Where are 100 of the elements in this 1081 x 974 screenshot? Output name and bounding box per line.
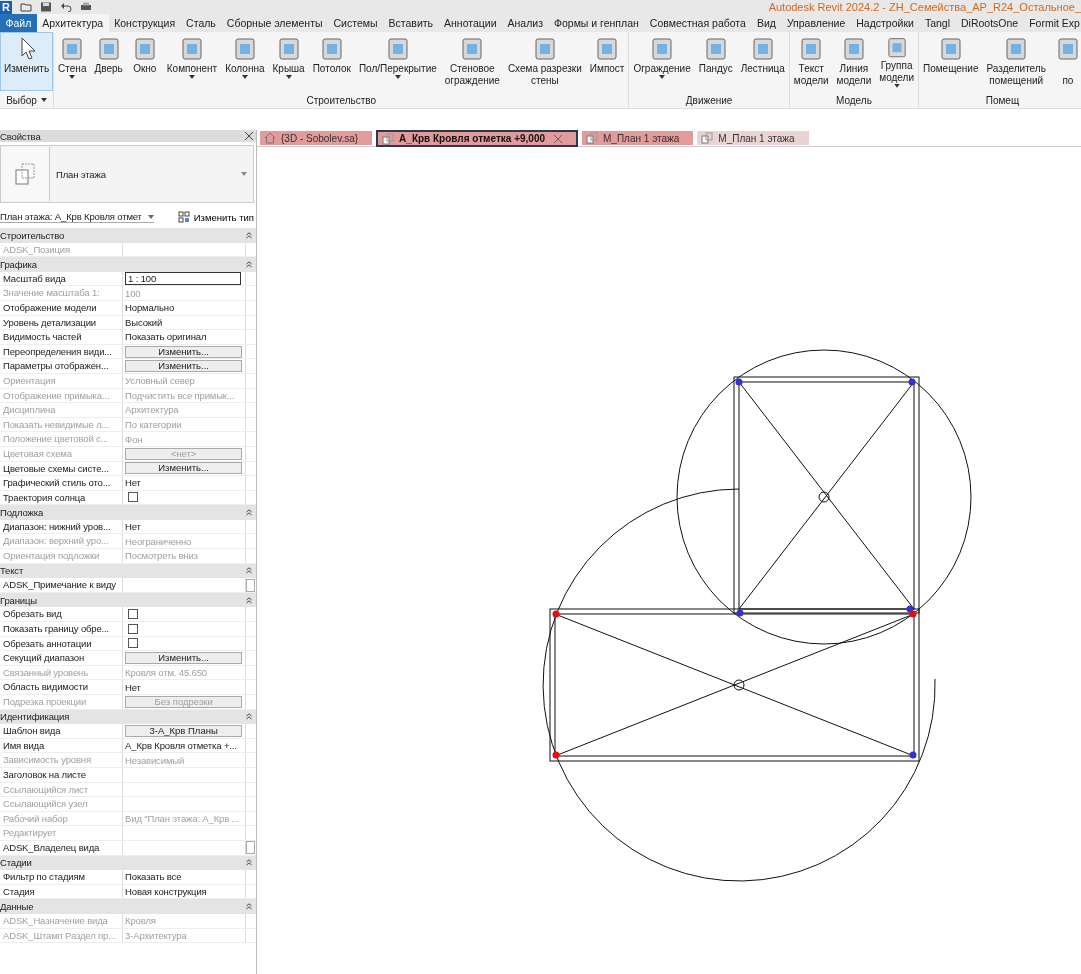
collapse-icon[interactable] [246, 713, 252, 721]
instance-dropdown[interactable]: План этажа: А_Крв Кровля отмет [0, 211, 154, 223]
property-label: Видимость частей [0, 330, 124, 344]
ribbon-tool-button[interactable]: Помещение [918, 32, 983, 91]
property-label: Диапазон: верхний уро... [0, 534, 124, 549]
ribbon-tab[interactable]: Вставить [383, 14, 439, 32]
caret-icon [241, 75, 248, 79]
ribbon-tool-button[interactable]: Ограждение [629, 32, 695, 91]
ribbon-tool-button[interactable]: Потолок [308, 32, 355, 91]
ribbon-tool-button[interactable]: по [1049, 32, 1081, 91]
property-value: Кровля [125, 915, 156, 927]
property-value: Посмотреть вниз [125, 550, 198, 562]
window-title: Autodesk Revit 2024.2 - ZH_Семейства_АР_R24_Остальное_ [768, 1, 1081, 13]
value-button[interactable]: Изменить... [125, 360, 243, 373]
ribbon-tab[interactable]: Управление [781, 14, 851, 32]
property-label: Шаблон вида [0, 724, 124, 738]
ribbon-tool-button[interactable]: Компонент [162, 32, 222, 91]
collapse-icon[interactable] [246, 596, 252, 604]
property-label: Графический стиль ото... [0, 476, 124, 490]
type-selector[interactable]: План этажа [0, 145, 254, 203]
close-icon[interactable] [245, 132, 253, 140]
group-title: Стадии [0, 857, 32, 869]
ribbon-tool-button[interactable]: Пандус [694, 32, 737, 91]
property-label: Показать невидимые л... [0, 417, 124, 432]
ribbon-tab[interactable]: Tangl [919, 14, 956, 32]
ribbon-tab[interactable]: Аннотации [438, 14, 503, 32]
property-label: Траектория солнца [0, 490, 124, 505]
plan-view-icon [382, 132, 395, 145]
property-label: Переопределения види... [0, 344, 124, 359]
collapse-icon[interactable] [246, 903, 252, 911]
open-folder-icon[interactable] [20, 2, 32, 12]
ribbon-tool-button[interactable]: Стеновое ограждение [440, 32, 504, 91]
panel-title: Выбор [6, 94, 37, 106]
ribbon-tool-button[interactable]: Колонна [221, 32, 269, 91]
ribbon-tab[interactable]: Надстройки [850, 14, 920, 32]
property-label: Ориентация [0, 373, 124, 388]
ribbon-tab[interactable]: Вид [751, 14, 782, 32]
ribbon-tool-button[interactable]: Пол/Перекрытие [354, 32, 441, 91]
collapse-icon[interactable] [246, 509, 252, 517]
value-field[interactable]: 1 : 100 [125, 272, 242, 286]
ribbon-tool-button[interactable]: Линия модели [832, 32, 876, 91]
edit-button[interactable] [246, 841, 256, 855]
ribbon-tab[interactable]: Сборные элементы [221, 14, 328, 32]
ribbon-tab[interactable]: DiRootsOne [955, 14, 1024, 32]
view-tab[interactable]: А_Крв Кровля отметка +9,000 [376, 130, 578, 147]
ribbon-tool-button[interactable]: Разделитель помещений [982, 32, 1050, 91]
collapse-icon[interactable] [246, 261, 252, 268]
app-logo[interactable]: R [0, 0, 12, 14]
property-value: Нет [125, 477, 141, 489]
property-label: ADSK_Назначение вида [0, 913, 124, 928]
caret-icon [241, 172, 247, 176]
ribbon-tool-button[interactable]: Стена [54, 32, 91, 91]
property-label: Рабочий набор [0, 811, 124, 826]
collapse-icon[interactable] [246, 231, 252, 239]
value-button[interactable]: 3-А_Крв Планы [125, 725, 243, 737]
value-button[interactable]: Изменить... [125, 345, 243, 358]
property-value: Вид "План этажа: А_Крв ... [125, 813, 240, 825]
checkbox[interactable] [128, 492, 139, 503]
ribbon-tool-button[interactable]: Дверь [90, 32, 127, 91]
ribbon-tab[interactable]: Системы [328, 14, 383, 32]
ribbon-tool-button[interactable]: Изменить [0, 32, 54, 91]
group-title: Графика [0, 259, 37, 270]
print-icon[interactable] [80, 2, 92, 12]
group-header[interactable]: Строительство [0, 228, 256, 243]
ribbon-tab[interactable]: Формы и генплан [548, 14, 645, 32]
collapse-icon[interactable] [246, 567, 252, 575]
edit-type-button[interactable]: Изменить тип [175, 211, 256, 223]
value-button[interactable]: Изменить... [125, 652, 243, 664]
view-tab[interactable]: М_План 1 этажа [697, 131, 809, 145]
ribbon-tool-button[interactable]: Схема разрезки стены [503, 32, 586, 91]
view-tab[interactable]: М_План 1 этажа [582, 131, 694, 145]
group-header[interactable]: Графика [0, 257, 256, 272]
value-button[interactable]: Изменить... [125, 462, 243, 475]
ribbon-tool-button[interactable]: Крыша [268, 32, 309, 91]
property-label: ADSK_Позиция [0, 242, 124, 257]
group-header[interactable]: Подложка [0, 505, 256, 520]
ribbon-tool-button[interactable]: Лестница [736, 32, 789, 91]
save-icon[interactable] [40, 2, 52, 12]
caret-icon [893, 84, 900, 88]
ribbon-tab[interactable]: Архитектура [36, 14, 109, 32]
ribbon-tool-button[interactable]: Группа модели [875, 32, 918, 91]
ribbon-tool-button[interactable]: Текст модели [789, 32, 833, 91]
checkbox[interactable] [128, 623, 139, 634]
ribbon-tab[interactable]: Совместная работа [644, 14, 752, 32]
checkbox[interactable] [128, 638, 139, 649]
collapse-icon[interactable] [246, 859, 252, 867]
ribbon-tool-button[interactable]: Окно [126, 32, 163, 91]
checkbox[interactable] [128, 609, 139, 620]
ribbon-tab[interactable]: Файл [0, 14, 37, 32]
group-header[interactable]: Данные [0, 899, 256, 914]
undo-icon[interactable] [60, 2, 72, 12]
ribbon-tab[interactable]: Анализ [502, 14, 549, 32]
caret-icon[interactable] [40, 98, 47, 102]
ribbon-tab[interactable]: Сталь [180, 14, 222, 32]
view-tab[interactable]: {3D - Sobolev.sa} [260, 131, 373, 145]
ribbon-tab[interactable]: Formit Exp [1023, 14, 1081, 32]
edit-button[interactable] [246, 578, 256, 592]
ribbon-tool-button[interactable]: Импост [585, 32, 629, 91]
ribbon-tab[interactable]: Конструкция [108, 14, 181, 32]
property-value: Подчистить все примык... [125, 389, 235, 401]
